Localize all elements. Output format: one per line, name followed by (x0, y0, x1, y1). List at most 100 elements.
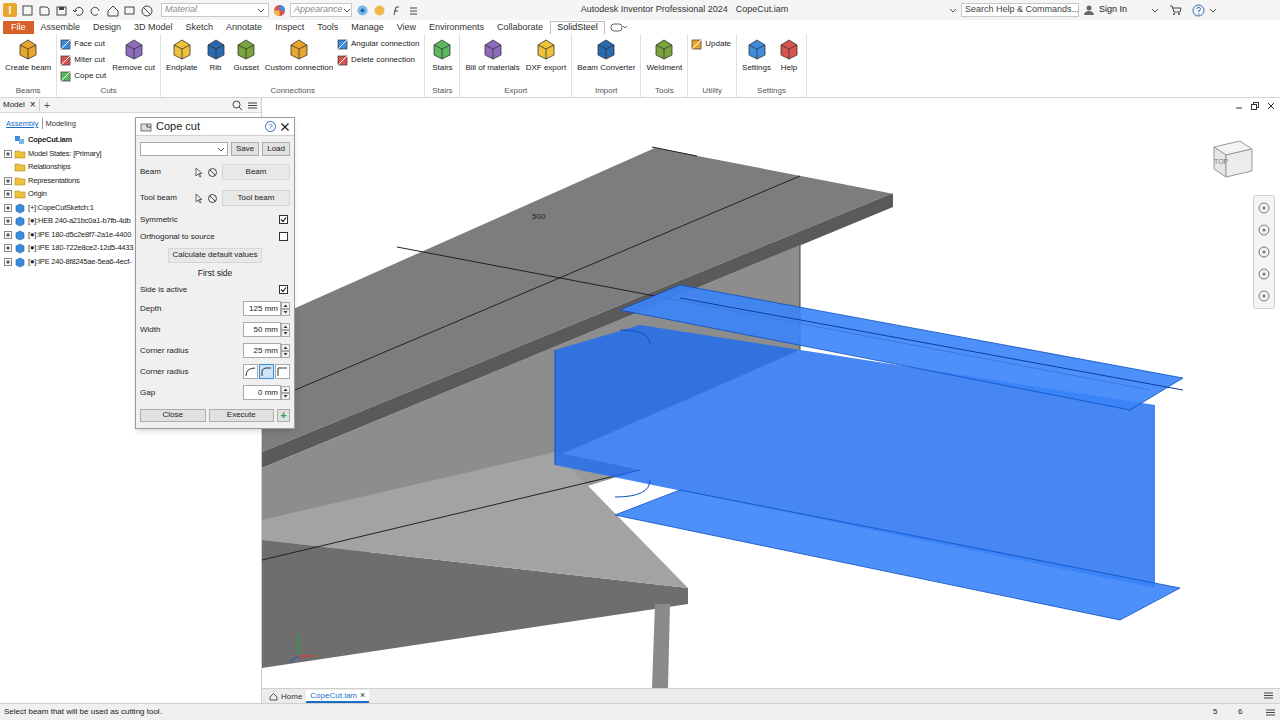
more-icon[interactable] (407, 4, 420, 17)
checkbox[interactable] (279, 285, 288, 294)
increment-icon[interactable] (281, 344, 290, 351)
document-tab[interactable]: Home (265, 690, 306, 703)
adjust-icon[interactable] (356, 4, 369, 17)
menu-tab[interactable]: Design (87, 21, 127, 34)
menu-tab[interactable]: Sketch (180, 21, 220, 34)
status-menu-icon[interactable] (1265, 707, 1276, 718)
app-logo[interactable]: I (3, 3, 17, 17)
caret-icon[interactable] (1209, 7, 1217, 14)
graphics-window[interactable]: 500TOP (262, 113, 1280, 688)
menu-tab[interactable]: Tools (311, 21, 344, 34)
minimize-icon[interactable] (1234, 101, 1244, 111)
execute-button[interactable]: Execute (209, 409, 275, 422)
save-icon[interactable] (55, 4, 68, 17)
value-input[interactable]: 50 mm (243, 322, 281, 337)
load-button[interactable]: Load (262, 142, 290, 156)
menu-tab[interactable]: Assemble (35, 21, 87, 34)
browser-subtab[interactable]: Modeling (46, 118, 76, 129)
decrement-icon[interactable] (281, 330, 290, 337)
search-icon[interactable] (232, 100, 243, 111)
help-button[interactable]: ? (265, 121, 276, 132)
menu-icon[interactable] (247, 100, 258, 111)
decrement-icon[interactable] (281, 351, 290, 358)
view-cube[interactable]: TOP (1210, 135, 1256, 181)
ribbon-tool-button[interactable]: Beam Converter (575, 37, 637, 72)
increment-icon[interactable] (281, 302, 290, 309)
menu-tab[interactable]: View (391, 21, 422, 34)
close-button[interactable]: Close (140, 409, 206, 422)
model-scene[interactable] (262, 113, 1280, 688)
orbit-icon[interactable] (1257, 267, 1271, 281)
home-icon[interactable] (106, 4, 119, 17)
ribbon-tool-button[interactable]: Help (775, 37, 803, 72)
menu-tab[interactable]: Inspect (269, 21, 310, 34)
menu-tab[interactable]: 3D Model (128, 21, 179, 34)
spin-field[interactable]: 125 mm (243, 301, 290, 316)
expand-toggle-icon[interactable] (4, 177, 12, 185)
clear-selection-icon[interactable] (207, 193, 218, 204)
view-cube-face[interactable]: TOP (1214, 157, 1228, 168)
menu-tab[interactable]: Collaborate (491, 21, 549, 34)
checkbox[interactable] (279, 215, 288, 224)
ribbon-tool-button[interactable]: Custom connection (263, 37, 335, 72)
tabs-menu-icon[interactable] (1263, 690, 1274, 701)
expand-toggle-icon[interactable] (4, 244, 12, 252)
add-browser-tab[interactable]: + (44, 100, 50, 111)
ribbon-tool-button[interactable]: Settings (740, 37, 773, 72)
ribbon-tool-button[interactable]: Update (691, 38, 731, 50)
spin-field[interactable]: 50 mm (243, 322, 290, 337)
clear-selection-icon[interactable] (207, 167, 218, 178)
ribbon-toggle-icon[interactable] (610, 22, 628, 33)
ribbon-tool-button[interactable]: Create beam (3, 37, 53, 72)
corner-style-icon[interactable] (275, 364, 290, 379)
cancel-icon[interactable] (140, 4, 153, 17)
increment-icon[interactable] (281, 386, 290, 393)
expand-toggle-icon[interactable] (4, 190, 12, 198)
expand-toggle-icon[interactable] (4, 217, 12, 225)
ribbon-tool-button[interactable]: Angular connection (337, 38, 420, 50)
menu-tab[interactable]: Environments (423, 21, 490, 34)
steering-wheel-icon[interactable] (1257, 201, 1271, 215)
collapse-caret-icon[interactable] (949, 7, 957, 14)
search-box[interactable]: Search Help & Commands... (961, 3, 1079, 17)
expand-toggle-icon[interactable] (4, 204, 12, 212)
spin-field[interactable]: 25 mm (243, 343, 290, 358)
ribbon-tool-button[interactable]: Delete connection (337, 54, 420, 66)
new-icon[interactable] (21, 4, 34, 17)
ribbon-tool-button[interactable]: Cope cut (60, 70, 106, 82)
menu-tab[interactable]: Manage (345, 21, 390, 34)
pick-button[interactable]: Tool beam (222, 190, 290, 206)
ribbon-tool-button[interactable]: Endplate (164, 37, 200, 72)
clear-icon[interactable] (373, 4, 386, 17)
ribbon-tool-button[interactable]: Bill of materials (463, 37, 521, 72)
redo-icon[interactable] (89, 4, 102, 17)
ribbon-tool-button[interactable]: Remove cut (110, 37, 157, 72)
increment-icon[interactable] (281, 323, 290, 330)
expand-toggle-icon[interactable] (4, 258, 12, 266)
ribbon-tool-button[interactable]: Face cut (60, 38, 106, 50)
pick-button[interactable]: Beam (222, 164, 290, 180)
sign-in-link[interactable]: Sign In (1099, 3, 1127, 17)
value-input[interactable]: 0 mm (243, 385, 281, 400)
model-tab[interactable]: Model× (3, 99, 40, 111)
browser-subtab[interactable]: Assembly (6, 118, 43, 129)
model-tab-close[interactable]: × (30, 100, 36, 110)
undo-icon[interactable] (72, 4, 85, 17)
pan-icon[interactable] (1257, 223, 1271, 237)
ribbon-tool-button[interactable]: Rib (202, 37, 230, 72)
material-dropdown[interactable]: Material (161, 3, 269, 17)
preset-dropdown[interactable] (140, 142, 228, 156)
menu-tab[interactable]: Annotate (220, 21, 268, 34)
restore-icon[interactable] (1250, 101, 1260, 111)
document-tab-close[interactable]: × (360, 691, 365, 700)
calculate-default-values-button[interactable]: Calculate default values (168, 248, 263, 263)
ribbon-tool-button[interactable]: Gusset (232, 37, 261, 72)
ribbon-tool-button[interactable]: DXF export (524, 37, 568, 72)
spin-field[interactable]: 0 mm (243, 385, 290, 400)
value-input[interactable]: 125 mm (243, 301, 281, 316)
cart-icon[interactable] (1169, 4, 1182, 16)
menu-tab[interactable]: File (3, 21, 34, 34)
menu-tab[interactable]: SolidSteel (550, 21, 605, 34)
add-button[interactable]: + (277, 409, 290, 422)
help-icon[interactable] (1192, 4, 1205, 17)
